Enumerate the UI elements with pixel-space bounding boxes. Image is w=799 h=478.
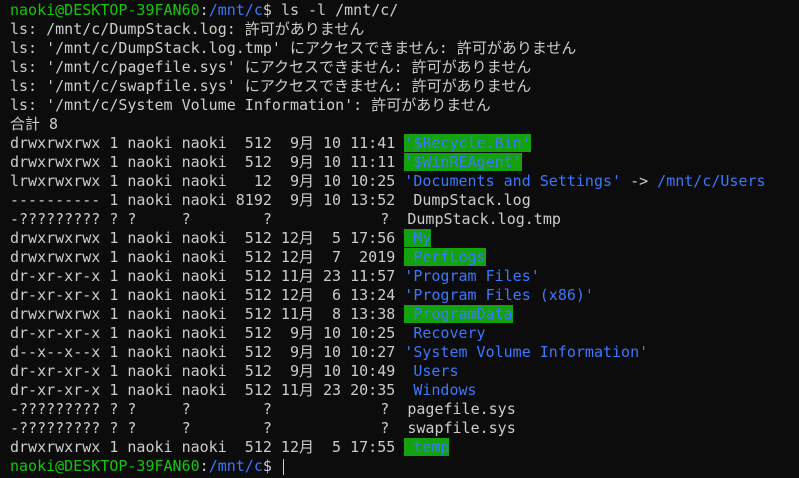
entry-name: temp [404,438,450,456]
entry-metadata: drwxrwxrwx 1 naoki naoki 512 12月 7 2019 [10,248,405,266]
prompt-cwd: /mnt/c [208,457,263,475]
prompt-cwd: /mnt/c [208,1,263,19]
entry-name: '$WinREAgent' [404,153,522,171]
entry-metadata: drwxrwxrwx 1 naoki naoki 512 9月 10 11:41 [10,134,405,152]
entry-name: Users [404,362,459,380]
listing-row: dr-xr-xr-x 1 naoki naoki 512 11月 23 20:3… [10,381,799,400]
prompt-colon: : [199,457,209,475]
terminal-window[interactable]: naoki@DESKTOP-39FAN60:/mnt/c$ ls -l /mnt… [0,0,799,478]
listing-row: ---------- 1 naoki naoki 8192 9月 10 13:5… [10,191,799,210]
entry-metadata: dr-xr-xr-x 1 naoki naoki 512 11月 23 11:5… [10,267,405,285]
entry-metadata: -????????? ? ? ? ? ? [10,400,399,418]
entry-name: 'Program Files (x86)' [404,286,594,304]
listing-row: -????????? ? ? ? ? ? swapfile.sys [10,419,799,438]
entry-name: DumpStack.log.tmp [398,210,561,228]
prompt-symbol: $ [262,1,281,19]
entry-name: ProgramData [404,305,513,323]
listing-row: lrwxrwxrwx 1 naoki naoki 12 9月 10 10:25 … [10,172,799,191]
entry-metadata: drwxrwxrwx 1 naoki naoki 512 12月 5 17:55 [10,438,405,456]
listing-row: drwxrwxrwx 1 naoki naoki 512 11月 8 13:38… [10,305,799,324]
entry-name: Windows [404,381,477,399]
entry-name: My [404,229,432,247]
listing-row: dr-xr-xr-x 1 naoki naoki 512 12月 6 13:24… [10,286,799,305]
entry-name: 'Documents and Settings' [404,172,622,190]
symlink-target: /mnt/c/Users [657,172,766,190]
entry-metadata: dr-xr-xr-x 1 naoki naoki 512 9月 10 10:25 [10,324,405,342]
text-cursor [282,458,284,475]
listing-row: d--x--x--x 1 naoki naoki 512 9月 10 10:27… [10,343,799,362]
prompt-symbol: $ [262,457,281,475]
entry-metadata: ---------- 1 naoki naoki 8192 9月 10 13:5… [10,191,405,209]
entered-command: ls -l /mnt/c/ [280,1,399,19]
listing-row: drwxrwxrwx 1 naoki naoki 512 12月 5 17:55… [10,438,799,457]
error-line: ls: '/mnt/c/swapfile.sys' にアクセスできません: 許可… [10,77,532,95]
entry-metadata: lrwxrwxrwx 1 naoki naoki 12 9月 10 10:25 [10,172,405,190]
error-line: ls: '/mnt/c/DumpStack.log.tmp' にアクセスできませ… [10,39,577,57]
prompt-user-host: naoki@DESKTOP-39FAN60 [10,1,200,19]
entry-name: DumpStack.log [404,191,531,209]
entry-metadata: drwxrwxrwx 1 naoki naoki 512 11月 8 13:38 [10,305,405,323]
error-line: ls: /mnt/c/DumpStack.log: 許可がありません [10,20,365,38]
entry-metadata: drwxrwxrwx 1 naoki naoki 512 12月 5 17:56 [10,229,405,247]
entry-name: 'System Volume Information' [404,343,649,361]
entry-name: PerfLogs [404,248,486,266]
listing-row: dr-xr-xr-x 1 naoki naoki 512 11月 23 11:5… [10,267,799,286]
entry-metadata: dr-xr-xr-x 1 naoki naoki 512 12月 6 13:24 [10,286,405,304]
directory-listing: drwxrwxrwx 1 naoki naoki 512 9月 10 11:41… [10,134,799,457]
entry-metadata: -????????? ? ? ? ? ? [10,419,399,437]
listing-row: dr-xr-xr-x 1 naoki naoki 512 9月 10 10:25… [10,324,799,343]
listing-row: drwxrwxrwx 1 naoki naoki 512 12月 5 17:56… [10,229,799,248]
entry-metadata: d--x--x--x 1 naoki naoki 512 9月 10 10:27 [10,343,405,361]
listing-row: -????????? ? ? ? ? ? pagefile.sys [10,400,799,419]
entry-metadata: -????????? ? ? ? ? ? [10,210,399,228]
entry-name: Recovery [404,324,486,342]
error-line: ls: '/mnt/c/System Volume Information': … [10,96,491,114]
error-line: ls: '/mnt/c/pagefile.sys' にアクセスできません: 許可… [10,58,532,76]
command-prompt-line: naoki@DESKTOP-39FAN60:/mnt/c$ ls -l /mnt… [10,1,799,20]
listing-row: -????????? ? ? ? ? ? DumpStack.log.tmp [10,210,799,229]
listing-row: dr-xr-xr-x 1 naoki naoki 512 9月 10 10:49… [10,362,799,381]
total-line: 合計 8 [10,115,59,133]
entry-name: swapfile.sys [398,419,516,437]
symlink-arrow: -> [621,172,658,190]
entry-name: '$Recycle.Bin' [404,134,531,152]
entry-metadata: drwxrwxrwx 1 naoki naoki 512 9月 10 11:11 [10,153,405,171]
entry-name: 'Program Files' [404,267,540,285]
active-prompt-line[interactable]: naoki@DESKTOP-39FAN60:/mnt/c$ [10,457,799,476]
listing-row: drwxrwxrwx 1 naoki naoki 512 12月 7 2019 … [10,248,799,267]
prompt-colon: : [199,1,209,19]
entry-metadata: dr-xr-xr-x 1 naoki naoki 512 9月 10 10:49 [10,362,405,380]
entry-name: pagefile.sys [398,400,516,418]
error-output: ls: /mnt/c/DumpStack.log: 許可がありません ls: '/… [10,20,799,115]
prompt-user-host: naoki@DESKTOP-39FAN60 [10,457,200,475]
entry-metadata: dr-xr-xr-x 1 naoki naoki 512 11月 23 20:3… [10,381,405,399]
listing-row: drwxrwxrwx 1 naoki naoki 512 9月 10 11:11… [10,153,799,172]
listing-row: drwxrwxrwx 1 naoki naoki 512 9月 10 11:41… [10,134,799,153]
